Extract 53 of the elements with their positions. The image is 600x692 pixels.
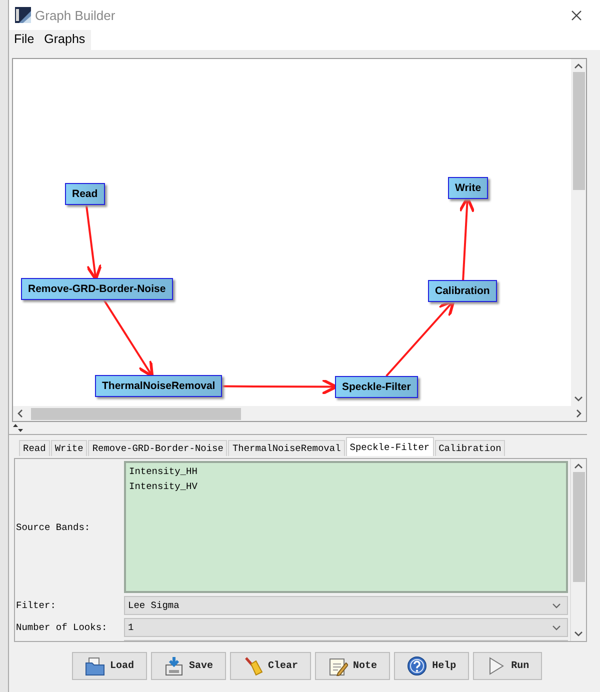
tab[interactable]: Remove-GRD-Border-Noise	[88, 440, 228, 456]
scroll-up-icon[interactable]	[574, 63, 583, 69]
field-label: Number of Looks:	[16, 622, 108, 633]
tab[interactable]: ThermalNoiseRemoval	[228, 440, 345, 456]
graph-node[interactable]: ThermalNoiseRemoval	[95, 375, 222, 397]
scrollbar-thumb[interactable]	[31, 408, 241, 420]
button[interactable]: Save	[151, 652, 226, 680]
button[interactable]: Run	[473, 652, 542, 680]
list-item[interactable]: Intensity_HV	[129, 481, 198, 492]
scroll-down-icon[interactable]	[574, 631, 583, 637]
horizontal-scrollbar[interactable]	[13, 406, 586, 421]
dropdown-value: Lee Sigma	[128, 600, 180, 611]
band-list[interactable]: Intensity_HH Intensity_HV	[124, 461, 568, 593]
scrollbar-thumb[interactable]	[572, 472, 584, 582]
vertical-scrollbar[interactable]	[571, 59, 586, 406]
folder-icon	[85, 656, 105, 676]
field-label: Source Bands:	[16, 520, 92, 534]
graph-node[interactable]: Speckle-Filter	[335, 376, 418, 398]
graph-node[interactable]: Calibration	[428, 280, 497, 302]
field-label: Filter:	[16, 600, 57, 611]
notepad-icon	[328, 656, 348, 676]
menu-item[interactable]: File	[9, 30, 40, 50]
chevron-down-icon	[552, 624, 561, 630]
graph-node[interactable]: Remove-GRD-Border-Noise	[21, 278, 173, 300]
scroll-left-icon[interactable]	[17, 409, 23, 418]
window-title: Graph Builder	[35, 8, 116, 22]
graph-node[interactable]: Write	[448, 177, 488, 199]
close-icon[interactable]	[571, 10, 582, 20]
graph-node[interactable]: Read	[65, 183, 105, 205]
scroll-right-icon[interactable]	[576, 409, 582, 418]
chevron-down-icon	[552, 602, 561, 608]
help-icon	[407, 656, 428, 676]
disk-icon	[164, 656, 184, 676]
tab[interactable]: Calibration	[434, 440, 506, 456]
scroll-up-icon[interactable]	[574, 463, 583, 469]
button[interactable]: Load	[72, 652, 148, 680]
button[interactable]: Help	[394, 652, 470, 680]
split-arrows-icon[interactable]	[13, 424, 23, 432]
tab[interactable]: Write	[50, 440, 88, 456]
button[interactable]: Clear	[230, 652, 312, 680]
list-item[interactable]: Intensity_HH	[129, 466, 198, 477]
button[interactable]: Note	[315, 652, 390, 680]
scroll-down-icon[interactable]	[574, 396, 583, 402]
tab[interactable]: Read	[19, 440, 50, 456]
menu-item[interactable]: Graphs	[39, 30, 92, 50]
dropdown[interactable]: 1	[124, 618, 568, 637]
scrollbar-thumb[interactable]	[572, 72, 584, 190]
app-icon	[15, 7, 31, 23]
tab[interactable]: Speckle-Filter	[346, 437, 434, 456]
dropdown[interactable]: Lee Sigma	[124, 596, 568, 615]
broom-icon	[243, 656, 264, 676]
vertical-scrollbar[interactable]	[570, 459, 586, 641]
dropdown-value: 1	[128, 622, 134, 633]
